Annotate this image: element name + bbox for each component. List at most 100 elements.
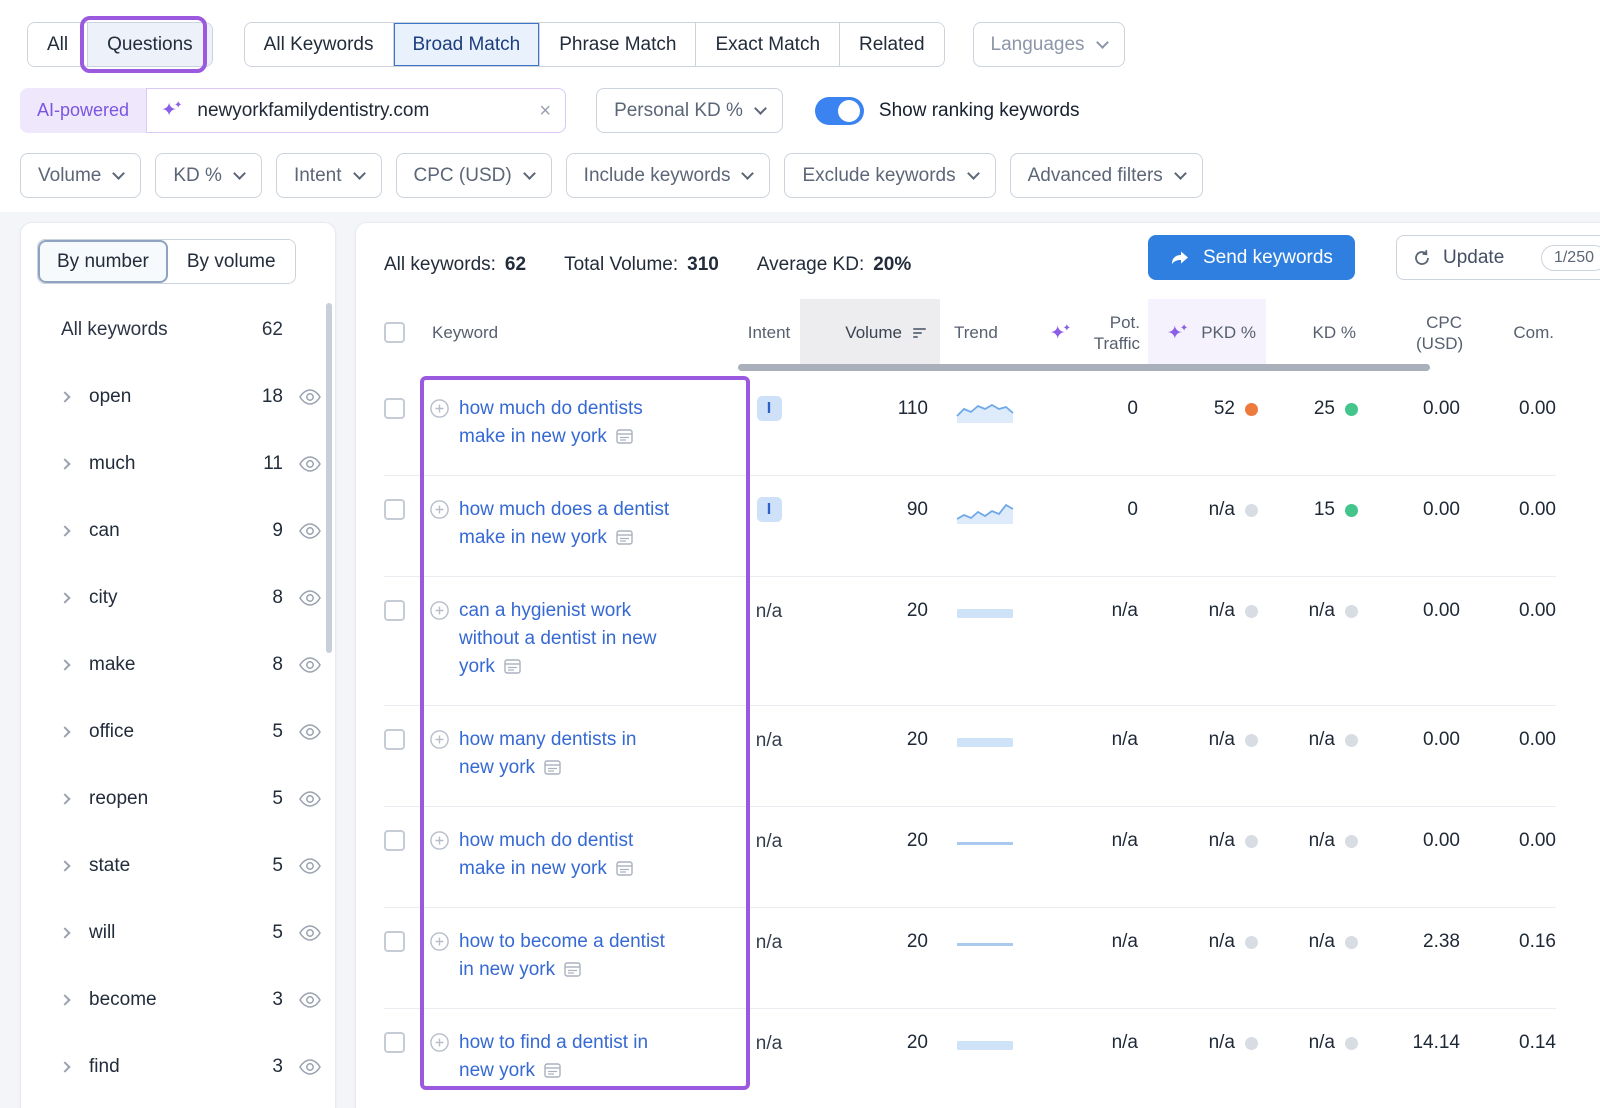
keyword-link[interactable]: how to find a dentist in new york (459, 1032, 648, 1081)
keyword-group-row[interactable]: much 11 (21, 430, 335, 497)
keyword-group-row[interactable]: city 8 (21, 564, 335, 631)
eye-icon[interactable] (299, 523, 321, 539)
clear-search-icon[interactable]: × (539, 101, 551, 121)
cpc-value: 0.00 (1366, 597, 1468, 625)
tab-questions[interactable]: Questions (87, 23, 212, 66)
keyword-link[interactable]: how to become a dentist in new york (459, 931, 665, 980)
search-input[interactable]: ✦✦ newyorkfamilydentistry.com × (146, 88, 566, 133)
languages-dropdown[interactable]: Languages (973, 22, 1125, 67)
chevron-right-icon (59, 659, 70, 670)
keyword-link[interactable]: can a hygienist work without a dentist i… (459, 600, 657, 677)
stat-all-keywords: All keywords:62 (384, 254, 526, 276)
keyword-group-row[interactable]: open 18 (21, 363, 335, 430)
keyword-group-row[interactable]: state 5 (21, 832, 335, 899)
row-checkbox[interactable] (384, 931, 405, 952)
add-keyword-icon[interactable] (430, 932, 449, 986)
add-keyword-icon[interactable] (430, 399, 449, 453)
update-button[interactable]: Update 1/250 (1396, 235, 1600, 280)
eye-icon[interactable] (299, 389, 321, 405)
keyword-groups-sidebar: By number By volume All keywords 62 open… (20, 222, 336, 1108)
filter-cpc[interactable]: CPC (USD) (396, 153, 552, 198)
search-query-text[interactable]: newyorkfamilydentistry.com (197, 100, 527, 122)
tab-all[interactable]: All (28, 23, 87, 66)
by-number-button[interactable]: By number (38, 240, 168, 283)
serp-features-icon[interactable] (564, 958, 581, 986)
filter-kd-label: KD % (173, 165, 222, 187)
add-keyword-icon[interactable] (430, 730, 449, 784)
pot-traffic-value: n/a (1036, 928, 1148, 956)
filter-exclude-keywords[interactable]: Exclude keywords (784, 153, 995, 198)
keyword-group-row[interactable]: find 3 (21, 1033, 335, 1100)
keyword-group-row[interactable]: make 8 (21, 631, 335, 698)
col-keyword[interactable]: Keyword (430, 323, 738, 343)
sidebar-scrollbar[interactable] (326, 303, 332, 653)
add-keyword-icon[interactable] (430, 831, 449, 885)
col-com[interactable]: Com. (1468, 323, 1556, 343)
eye-icon[interactable] (299, 925, 321, 941)
filter-advanced[interactable]: Advanced filters (1010, 153, 1203, 198)
filter-kd[interactable]: KD % (155, 153, 262, 198)
stat-total-volume-label: Total Volume: (564, 254, 678, 276)
serp-features-icon[interactable] (616, 526, 633, 554)
filter-intent[interactable]: Intent (276, 153, 382, 198)
keyword-group-row[interactable]: will 5 (21, 899, 335, 966)
col-cpc[interactable]: CPC (USD) (1366, 312, 1468, 355)
row-checkbox[interactable] (384, 830, 405, 851)
pkd-value: n/a (1209, 827, 1235, 855)
eye-icon[interactable] (299, 992, 321, 1008)
keyword-group-row[interactable]: become 3 (21, 966, 335, 1033)
eye-icon[interactable] (299, 724, 321, 740)
serp-features-icon[interactable] (616, 857, 633, 885)
intent-value: n/a (756, 598, 782, 626)
filter-volume[interactable]: Volume (20, 153, 141, 198)
horizontal-scrollbar[interactable] (738, 364, 1430, 371)
select-all-checkbox[interactable] (384, 322, 405, 343)
tab-all-keywords[interactable]: All Keywords (245, 23, 393, 66)
personal-kd-dropdown[interactable]: Personal KD % (596, 88, 783, 133)
keyword-link[interactable]: how much does a dentist make in new york (459, 499, 669, 548)
keyword-group-row[interactable]: office 5 (21, 698, 335, 765)
pkd-value: n/a (1209, 496, 1235, 524)
tab-phrase-match[interactable]: Phrase Match (539, 23, 695, 66)
eye-icon[interactable] (299, 590, 321, 606)
by-volume-button[interactable]: By volume (168, 240, 295, 283)
all-keywords-group-row[interactable]: All keywords 62 (21, 319, 335, 341)
keyword-link[interactable]: how much do dentist make in new york (459, 830, 633, 879)
tab-exact-match[interactable]: Exact Match (695, 23, 839, 66)
eye-icon[interactable] (299, 858, 321, 874)
serp-features-icon[interactable] (544, 756, 561, 784)
keyword-group-row[interactable]: reopen 5 (21, 765, 335, 832)
col-volume[interactable]: Volume (800, 299, 940, 367)
eye-icon[interactable] (299, 1059, 321, 1075)
eye-icon[interactable] (299, 791, 321, 807)
serp-features-icon[interactable] (544, 1059, 561, 1087)
keyword-link[interactable]: how many dentists in new york (459, 729, 636, 778)
row-checkbox[interactable] (384, 729, 405, 750)
row-checkbox[interactable] (384, 600, 405, 621)
keyword-link[interactable]: how much do dentists make in new york (459, 398, 643, 447)
add-keyword-icon[interactable] (430, 500, 449, 554)
serp-features-icon[interactable] (504, 655, 521, 683)
keyword-group-row[interactable]: can 9 (21, 497, 335, 564)
row-checkbox[interactable] (384, 398, 405, 419)
col-kd[interactable]: KD % (1266, 323, 1366, 343)
col-pot-traffic[interactable]: ✦✦ Pot. Traffic (1036, 312, 1148, 355)
col-intent[interactable]: Intent (738, 323, 800, 343)
chevron-down-icon (967, 167, 980, 180)
tab-broad-match[interactable]: Broad Match (393, 23, 540, 66)
add-keyword-icon[interactable] (430, 1033, 449, 1087)
serp-features-icon[interactable] (616, 425, 633, 453)
send-keywords-button[interactable]: Send keywords (1148, 235, 1355, 280)
show-ranking-keywords-toggle[interactable] (815, 97, 864, 125)
col-pkd[interactable]: ✦✦ PKD % (1148, 299, 1266, 367)
languages-label: Languages (991, 34, 1085, 56)
ai-powered-label: AI-powered (37, 100, 129, 121)
eye-icon[interactable] (299, 456, 321, 472)
add-keyword-icon[interactable] (430, 601, 449, 683)
row-checkbox[interactable] (384, 1032, 405, 1053)
tab-related[interactable]: Related (839, 23, 944, 66)
filter-include-keywords[interactable]: Include keywords (566, 153, 771, 198)
row-checkbox[interactable] (384, 499, 405, 520)
filters-row: Volume KD % Intent CPC (USD) Include key… (20, 153, 1203, 198)
eye-icon[interactable] (299, 657, 321, 673)
